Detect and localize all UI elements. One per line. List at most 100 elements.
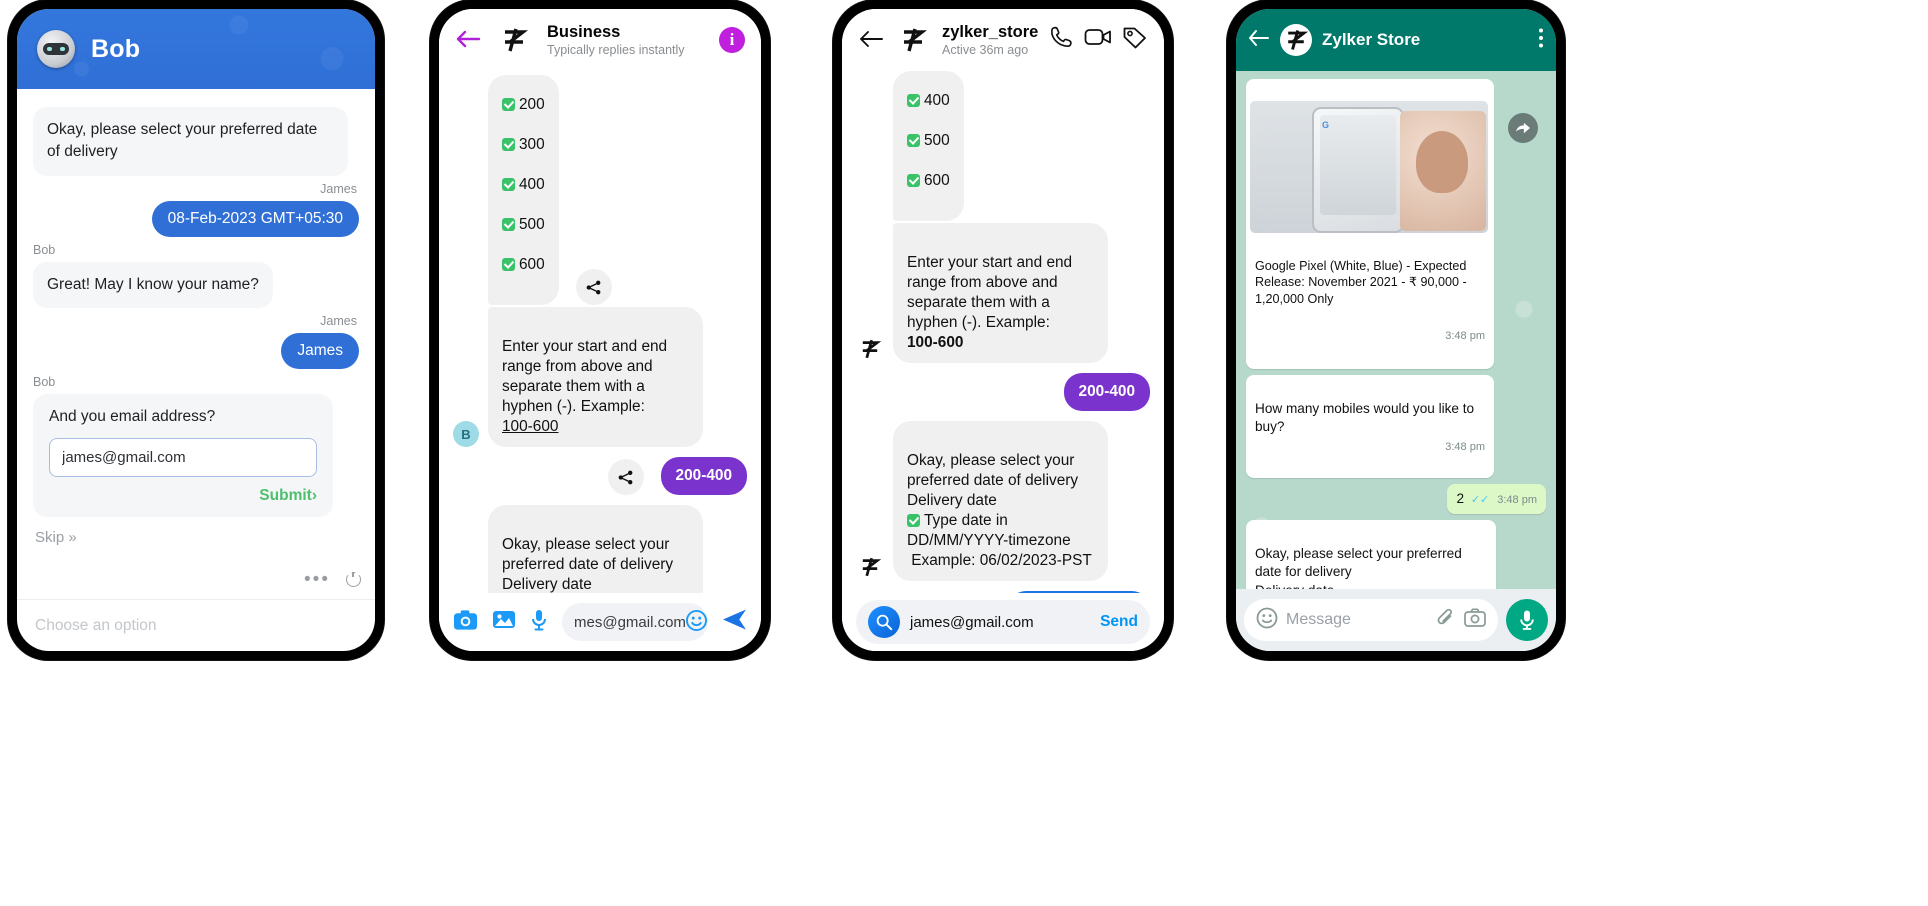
avatar: [856, 553, 884, 582]
google-pixel-product-image: G: [1250, 101, 1488, 234]
message-input-value: mes@gmail.com: [574, 613, 686, 631]
contact-info: zylker_store Active 36m ago: [942, 23, 1039, 57]
message-row-product: G Google Pixel (White, Blue) - Expected …: [1246, 79, 1546, 369]
check-item: 400: [502, 175, 545, 195]
user-bubble-text: James: [281, 333, 359, 370]
sender-label: Bob: [33, 375, 56, 390]
microphone-icon[interactable]: [1506, 599, 1548, 641]
submit-button[interactable]: Submit›: [49, 487, 317, 505]
form-question: And you email address?: [49, 408, 216, 426]
message-row-incoming: B Okay, please select your preferred dat…: [453, 505, 747, 593]
ellipsis-icon[interactable]: •••: [304, 570, 330, 589]
back-arrow-icon[interactable]: [858, 27, 884, 53]
message-bot: Great! May I know your name?: [33, 261, 359, 309]
send-icon[interactable]: [722, 608, 747, 636]
phone-frame-instagram: zylker_store Active 36m ago 400 500 600 …: [833, 0, 1173, 660]
screenshot-stage: Bob Okay, please select your preferred d…: [0, 0, 1928, 906]
messenger-composer: mes@gmail.com: [439, 593, 761, 651]
choose-option-placeholder: Choose an option: [35, 616, 157, 634]
share-icon[interactable]: [607, 459, 644, 496]
product-card: G Google Pixel (White, Blue) - Expected …: [1246, 79, 1494, 369]
contact-status: Typically replies instantly: [547, 42, 685, 57]
webchat-header: Bob: [17, 9, 375, 89]
emoji-icon[interactable]: [685, 609, 707, 635]
whatsapp-message-list: G Google Pixel (White, Blue) - Expected …: [1236, 71, 1556, 589]
user-bubble-text: 200-400: [1063, 373, 1150, 412]
message-input[interactable]: Message: [1244, 599, 1498, 641]
video-camera-icon[interactable]: [1084, 26, 1112, 53]
share-icon[interactable]: [575, 269, 612, 306]
power-icon[interactable]: [346, 572, 361, 587]
send-button[interactable]: Send: [1100, 613, 1138, 631]
incoming-bubble-date-instructions: Okay, please select your preferred date …: [1246, 519, 1496, 589]
bot-bubble-text: Okay, please select your preferred date …: [33, 107, 348, 176]
microphone-icon[interactable]: [530, 609, 548, 636]
sender-label: James: [320, 314, 357, 329]
read-receipt-icon: ✓✓: [1470, 494, 1490, 507]
bot-bubble-checklist: 200 300 400 500 600: [488, 75, 559, 306]
user-bubble-text: 08/02/2023-PST: [1007, 591, 1150, 593]
tag-icon[interactable]: [1122, 25, 1148, 54]
check-icon: [907, 514, 920, 528]
outgoing-bubble: 2 3:48 pm ✓✓: [1447, 484, 1546, 514]
contact-name: Zylker Store: [1322, 30, 1421, 49]
bot-bubble-text: Great! May I know your name?: [33, 261, 273, 309]
user-bubble-text: 200-400: [660, 457, 747, 496]
email-field[interactable]: [49, 438, 317, 478]
back-arrow-icon[interactable]: [455, 27, 481, 53]
avatar: [856, 335, 884, 364]
search-icon[interactable]: [868, 606, 900, 638]
webchat-footer[interactable]: Choose an option: [17, 599, 375, 651]
timestamp: 3:48 pm: [1497, 494, 1537, 507]
timestamp: 3:48 pm: [1445, 329, 1485, 342]
check-item: 300: [502, 135, 545, 155]
instagram-screen: zylker_store Active 36m ago 400 500 600 …: [842, 9, 1164, 651]
phone-frame-webchat: Bob Okay, please select your preferred d…: [8, 0, 384, 660]
email-form-card: And you email address? Submit›: [33, 394, 333, 518]
bot-bubble-date-instructions: Okay, please select your preferred date …: [488, 505, 703, 593]
zylker-z-logo: [495, 20, 533, 59]
bubble-text: 2: [1456, 491, 1465, 507]
message-row-outgoing: 2 3:48 pm ✓✓: [1246, 484, 1546, 514]
gallery-icon[interactable]: [492, 609, 516, 635]
skip-button[interactable]: Skip »: [35, 529, 359, 546]
check-item: 500: [907, 131, 950, 151]
message-input[interactable]: mes@gmail.com: [562, 603, 708, 641]
chevron-right-icon: ›: [311, 487, 317, 505]
message-row-incoming: 400 500 600: [856, 71, 1150, 222]
example-range: 100-600: [907, 334, 964, 352]
back-arrow-icon[interactable]: [1248, 29, 1270, 52]
camera-icon[interactable]: [453, 609, 478, 636]
timestamp: 3:48 pm: [1445, 440, 1485, 453]
info-icon[interactable]: i: [719, 26, 745, 53]
message-bot: Okay, please select your preferred date …: [33, 107, 359, 176]
check-item: 600: [907, 171, 950, 191]
zylker-z-logo[interactable]: [1280, 24, 1312, 56]
instagram-header: zylker_store Active 36m ago: [842, 9, 1164, 71]
robot-avatar-icon: [37, 30, 75, 68]
message-user: 08-Feb-2023 GMT+05:30: [33, 200, 359, 237]
check-item: 600: [502, 255, 545, 275]
message-row-outgoing: 08/02/2023-PST: [856, 591, 1150, 593]
whatsapp-composer: Message: [1236, 589, 1556, 651]
message-input[interactable]: james@gmail.com Send: [856, 600, 1150, 644]
phone-icon[interactable]: [1049, 25, 1074, 55]
forward-icon[interactable]: [1508, 113, 1538, 143]
whatsapp-header: Zylker Store: [1236, 9, 1556, 71]
camera-icon[interactable]: [1464, 608, 1486, 632]
check-icon: [502, 138, 515, 152]
check-icon: [907, 134, 920, 148]
incoming-bubble: How many mobiles would you like to buy? …: [1246, 374, 1494, 479]
message-placeholder: Message: [1286, 611, 1351, 628]
bot-bubble-text: Enter your start and end range from abov…: [893, 223, 1108, 364]
emoji-icon[interactable]: [1256, 607, 1278, 634]
webchat-message-list: Okay, please select your preferred date …: [17, 89, 375, 599]
paperclip-icon[interactable]: [1436, 608, 1456, 633]
check-item: 400: [907, 91, 950, 111]
overflow-menu-icon[interactable]: [1538, 27, 1544, 54]
instagram-message-list: 400 500 600 Enter your start and end ran…: [842, 71, 1164, 593]
check-icon: [907, 174, 920, 188]
message-user: James: [33, 333, 359, 370]
whatsapp-screen: Zylker Store G Google Pixel (White, Blue…: [1236, 9, 1556, 651]
bot-bubble-checklist: 400 500 600: [893, 71, 964, 222]
